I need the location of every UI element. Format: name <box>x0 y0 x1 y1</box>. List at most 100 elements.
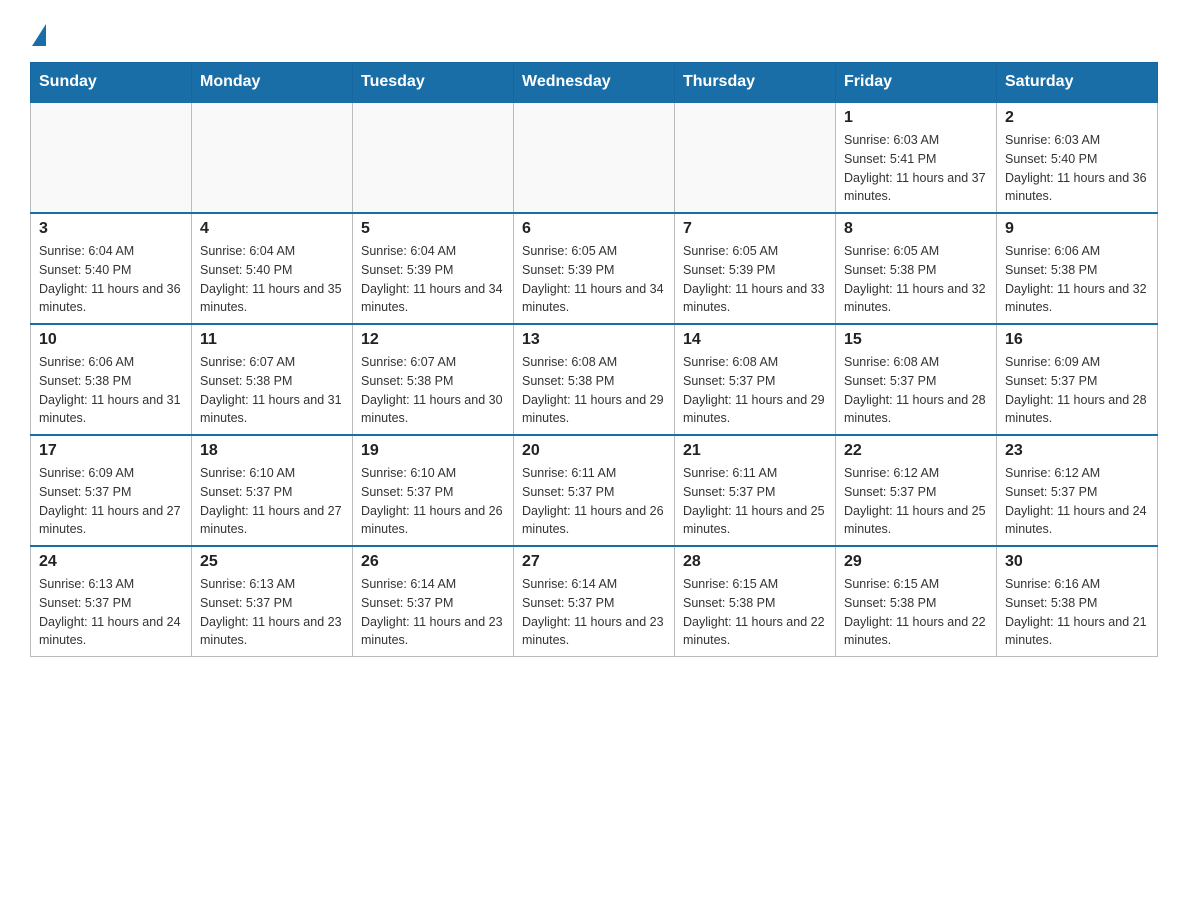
calendar-cell: 21 Sunrise: 6:11 AMSunset: 5:37 PMDayligh… <box>675 435 836 546</box>
day-number: 28 <box>683 553 827 571</box>
day-number: 25 <box>200 553 344 571</box>
calendar-cell: 26Sunrise: 6:14 AMSunset: 5:37 PMDayligh… <box>353 546 514 657</box>
day-info: Sunrise: 6:13 AMSunset: 5:37 PMDaylight:… <box>39 575 183 650</box>
calendar-cell: 12Sunrise: 6:07 AMSunset: 5:38 PMDayligh… <box>353 324 514 435</box>
day-info: Sunrise: 6:04 AMSunset: 5:39 PMDaylight:… <box>361 242 505 317</box>
calendar-cell: 22 Sunrise: 6:12 AMSunset: 5:37 PMDayligh… <box>836 435 997 546</box>
weekday-header-row: SundayMondayTuesdayWednesdayThursdayFrid… <box>31 63 1158 103</box>
calendar-cell: 6 Sunrise: 6:05 AMSunset: 5:39 PMDaylight… <box>514 213 675 324</box>
calendar-cell: 14 Sunrise: 6:08 AMSunset: 5:37 PMDayligh… <box>675 324 836 435</box>
day-info: Sunrise: 6:16 AMSunset: 5:38 PMDaylight:… <box>1005 575 1149 650</box>
day-number: 22 <box>844 442 988 460</box>
week-row-2: 3 Sunrise: 6:04 AMSunset: 5:40 PMDaylight… <box>31 213 1158 324</box>
calendar-cell: 9 Sunrise: 6:06 AMSunset: 5:38 PMDaylight… <box>997 213 1158 324</box>
calendar-cell: 1Sunrise: 6:03 AMSunset: 5:41 PMDaylight… <box>836 102 997 213</box>
day-number: 18 <box>200 442 344 460</box>
day-info: Sunrise: 6:07 AMSunset: 5:38 PMDaylight:… <box>361 353 505 428</box>
day-info: Sunrise: 6:12 AMSunset: 5:37 PMDaylight:… <box>844 464 988 539</box>
calendar-cell: 11 Sunrise: 6:07 AMSunset: 5:38 PMDayligh… <box>192 324 353 435</box>
day-number: 17 <box>39 442 183 460</box>
calendar-cell: 7 Sunrise: 6:05 AMSunset: 5:39 PMDaylight… <box>675 213 836 324</box>
day-info: Sunrise: 6:14 AMSunset: 5:37 PMDaylight:… <box>522 575 666 650</box>
calendar-cell: 18 Sunrise: 6:10 AMSunset: 5:37 PMDayligh… <box>192 435 353 546</box>
day-info: Sunrise: 6:08 AMSunset: 5:37 PMDaylight:… <box>683 353 827 428</box>
calendar-cell: 8 Sunrise: 6:05 AMSunset: 5:38 PMDaylight… <box>836 213 997 324</box>
calendar-cell: 13Sunrise: 6:08 AMSunset: 5:38 PMDayligh… <box>514 324 675 435</box>
day-info: Sunrise: 6:08 AMSunset: 5:38 PMDaylight:… <box>522 353 666 428</box>
calendar-cell: 4 Sunrise: 6:04 AMSunset: 5:40 PMDaylight… <box>192 213 353 324</box>
calendar-cell <box>675 102 836 213</box>
week-row-5: 24 Sunrise: 6:13 AMSunset: 5:37 PMDayligh… <box>31 546 1158 657</box>
day-info: Sunrise: 6:08 AMSunset: 5:37 PMDaylight:… <box>844 353 988 428</box>
day-info: Sunrise: 6:04 AMSunset: 5:40 PMDaylight:… <box>200 242 344 317</box>
week-row-1: 1Sunrise: 6:03 AMSunset: 5:41 PMDaylight… <box>31 102 1158 213</box>
day-info: Sunrise: 6:11 AMSunset: 5:37 PMDaylight:… <box>522 464 666 539</box>
calendar-cell: 28 Sunrise: 6:15 AMSunset: 5:38 PMDayligh… <box>675 546 836 657</box>
weekday-header-wednesday: Wednesday <box>514 63 675 103</box>
calendar-cell <box>192 102 353 213</box>
day-number: 30 <box>1005 553 1149 571</box>
weekday-header-thursday: Thursday <box>675 63 836 103</box>
calendar-cell: 2 Sunrise: 6:03 AMSunset: 5:40 PMDaylight… <box>997 102 1158 213</box>
day-info: Sunrise: 6:10 AMSunset: 5:37 PMDaylight:… <box>361 464 505 539</box>
day-info: Sunrise: 6:06 AMSunset: 5:38 PMDaylight:… <box>39 353 183 428</box>
calendar-cell: 29Sunrise: 6:15 AMSunset: 5:38 PMDayligh… <box>836 546 997 657</box>
calendar-cell: 19 Sunrise: 6:10 AMSunset: 5:37 PMDayligh… <box>353 435 514 546</box>
weekday-header-tuesday: Tuesday <box>353 63 514 103</box>
logo-triangle-icon <box>32 24 46 46</box>
weekday-header-friday: Friday <box>836 63 997 103</box>
calendar-cell: 15 Sunrise: 6:08 AMSunset: 5:37 PMDayligh… <box>836 324 997 435</box>
day-info: Sunrise: 6:06 AMSunset: 5:38 PMDaylight:… <box>1005 242 1149 317</box>
day-number: 23 <box>1005 442 1149 460</box>
day-info: Sunrise: 6:11 AMSunset: 5:37 PMDaylight:… <box>683 464 827 539</box>
day-info: Sunrise: 6:03 AMSunset: 5:40 PMDaylight:… <box>1005 131 1149 206</box>
logo <box>30 20 46 42</box>
day-number: 7 <box>683 220 827 238</box>
calendar-cell: 10 Sunrise: 6:06 AMSunset: 5:38 PMDayligh… <box>31 324 192 435</box>
day-number: 4 <box>200 220 344 238</box>
day-number: 29 <box>844 553 988 571</box>
day-number: 16 <box>1005 331 1149 349</box>
calendar-cell: 24 Sunrise: 6:13 AMSunset: 5:37 PMDayligh… <box>31 546 192 657</box>
day-number: 1 <box>844 109 988 127</box>
calendar-cell: 30 Sunrise: 6:16 AMSunset: 5:38 PMDayligh… <box>997 546 1158 657</box>
day-info: Sunrise: 6:05 AMSunset: 5:39 PMDaylight:… <box>522 242 666 317</box>
day-info: Sunrise: 6:09 AMSunset: 5:37 PMDaylight:… <box>39 464 183 539</box>
day-number: 19 <box>361 442 505 460</box>
weekday-header-monday: Monday <box>192 63 353 103</box>
day-number: 20 <box>522 442 666 460</box>
calendar-cell <box>353 102 514 213</box>
weekday-header-saturday: Saturday <box>997 63 1158 103</box>
day-number: 6 <box>522 220 666 238</box>
calendar-cell: 23 Sunrise: 6:12 AMSunset: 5:37 PMDayligh… <box>997 435 1158 546</box>
calendar-table: SundayMondayTuesdayWednesdayThursdayFrid… <box>30 62 1158 657</box>
day-number: 3 <box>39 220 183 238</box>
day-number: 15 <box>844 331 988 349</box>
day-info: Sunrise: 6:12 AMSunset: 5:37 PMDaylight:… <box>1005 464 1149 539</box>
day-info: Sunrise: 6:04 AMSunset: 5:40 PMDaylight:… <box>39 242 183 317</box>
day-number: 8 <box>844 220 988 238</box>
day-info: Sunrise: 6:07 AMSunset: 5:38 PMDaylight:… <box>200 353 344 428</box>
calendar-cell: 25 Sunrise: 6:13 AMSunset: 5:37 PMDayligh… <box>192 546 353 657</box>
calendar-cell: 5 Sunrise: 6:04 AMSunset: 5:39 PMDaylight… <box>353 213 514 324</box>
week-row-3: 10 Sunrise: 6:06 AMSunset: 5:38 PMDayligh… <box>31 324 1158 435</box>
day-number: 2 <box>1005 109 1149 127</box>
day-info: Sunrise: 6:13 AMSunset: 5:37 PMDaylight:… <box>200 575 344 650</box>
calendar-cell: 20 Sunrise: 6:11 AMSunset: 5:37 PMDayligh… <box>514 435 675 546</box>
day-info: Sunrise: 6:10 AMSunset: 5:37 PMDaylight:… <box>200 464 344 539</box>
day-number: 5 <box>361 220 505 238</box>
day-info: Sunrise: 6:15 AMSunset: 5:38 PMDaylight:… <box>683 575 827 650</box>
calendar-cell: 17 Sunrise: 6:09 AMSunset: 5:37 PMDayligh… <box>31 435 192 546</box>
day-number: 14 <box>683 331 827 349</box>
day-info: Sunrise: 6:14 AMSunset: 5:37 PMDaylight:… <box>361 575 505 650</box>
day-info: Sunrise: 6:05 AMSunset: 5:39 PMDaylight:… <box>683 242 827 317</box>
day-number: 9 <box>1005 220 1149 238</box>
weekday-header-sunday: Sunday <box>31 63 192 103</box>
day-number: 21 <box>683 442 827 460</box>
day-info: Sunrise: 6:05 AMSunset: 5:38 PMDaylight:… <box>844 242 988 317</box>
day-number: 11 <box>200 331 344 349</box>
day-number: 24 <box>39 553 183 571</box>
day-number: 27 <box>522 553 666 571</box>
calendar-cell: 27 Sunrise: 6:14 AMSunset: 5:37 PMDayligh… <box>514 546 675 657</box>
day-number: 10 <box>39 331 183 349</box>
